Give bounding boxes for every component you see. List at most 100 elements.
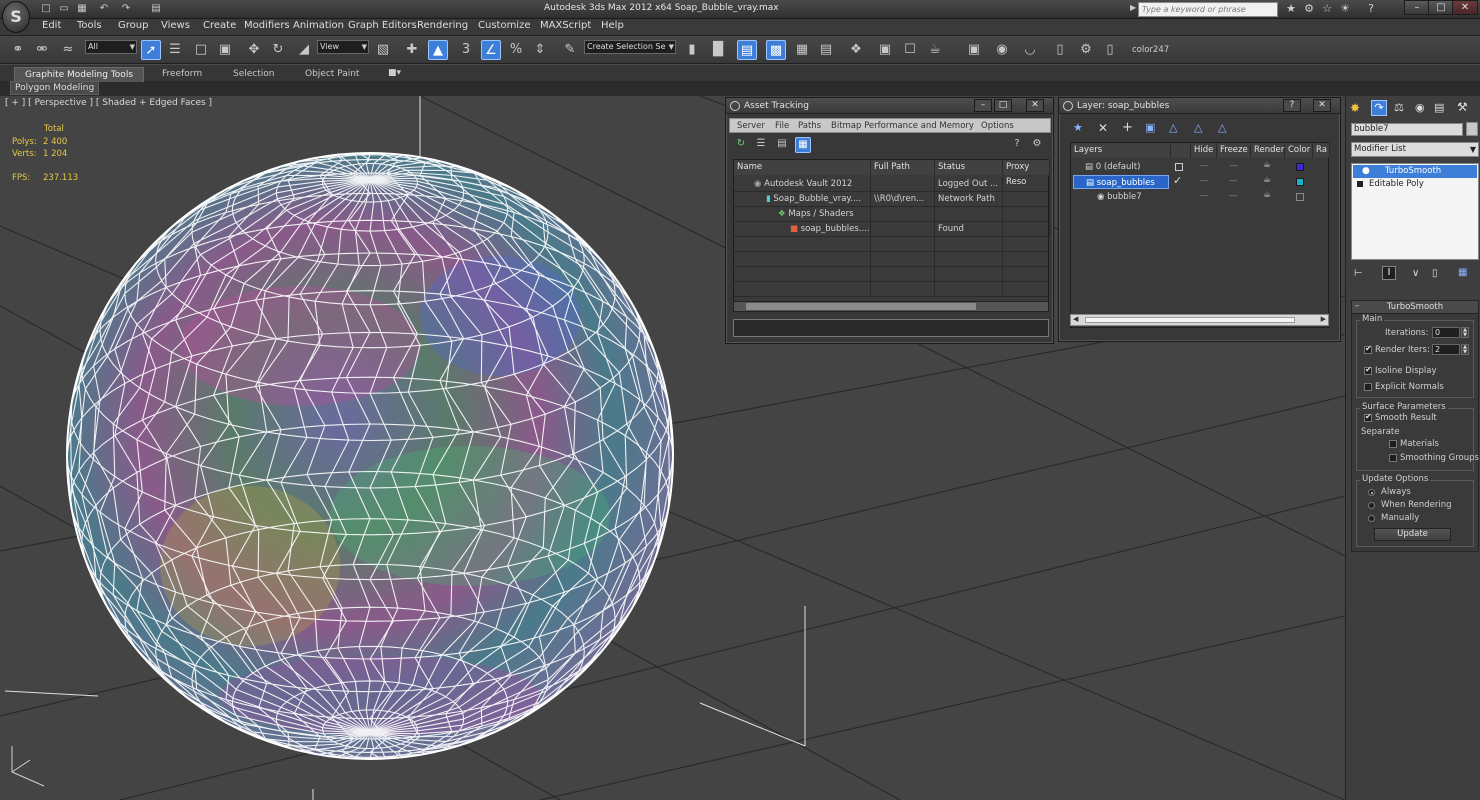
- vray-tool-5-icon[interactable]: ⚙: [1076, 40, 1096, 60]
- render-iters-spinner[interactable]: 2: [1432, 344, 1460, 355]
- asset-menu-file[interactable]: File: [775, 121, 789, 131]
- thumbnail-view-icon[interactable]: ▤: [775, 137, 789, 151]
- menu-modifiers[interactable]: Modifiers: [244, 20, 290, 31]
- ribbon-options-icon[interactable]: ■▾: [388, 68, 401, 78]
- communication-center-icon[interactable]: ☆: [1318, 1, 1336, 17]
- layer-row[interactable]: ▤ soap_bubbles ✓ — — ☕: [1071, 174, 1328, 190]
- menu-create[interactable]: Create: [203, 20, 236, 31]
- list-view-icon[interactable]: ☰: [754, 137, 768, 151]
- modify-tab-icon[interactable]: ↷: [1371, 100, 1387, 116]
- layer-col-layers[interactable]: Layers: [1071, 143, 1171, 158]
- favorites-icon[interactable]: ☀: [1336, 1, 1354, 17]
- freeze-toggle[interactable]: —: [1229, 161, 1238, 171]
- utilities-tab-icon[interactable]: ⚒: [1457, 100, 1468, 114]
- asset-menu-server[interactable]: Server: [737, 121, 765, 131]
- help-search-input[interactable]: Type a keyword or phrase: [1138, 2, 1278, 17]
- layer-horizontal-scrollbar[interactable]: ◀ ▶: [1070, 314, 1329, 326]
- vray-tool-4-icon[interactable]: ▯: [1050, 40, 1070, 60]
- search-binoculars-icon[interactable]: ★: [1282, 1, 1300, 17]
- asset-help-icon[interactable]: ?: [1010, 137, 1024, 151]
- menu-animation[interactable]: Animation: [293, 20, 344, 31]
- scrollbar-thumb[interactable]: [746, 303, 976, 310]
- menu-customize[interactable]: Customize: [478, 20, 531, 31]
- object-color-swatch[interactable]: [1296, 193, 1304, 201]
- table-row[interactable]: ■ soap_bubbles.... Found: [734, 222, 1050, 237]
- select-and-rotate-icon[interactable]: ↻: [268, 40, 288, 60]
- asset-col-status[interactable]: Status: [935, 160, 1003, 175]
- hide-toggle[interactable]: —: [1199, 191, 1208, 201]
- vray-tool-1-icon[interactable]: ▣: [964, 40, 984, 60]
- update-button[interactable]: Update: [1374, 528, 1451, 541]
- minimize-button[interactable]: –: [1404, 0, 1430, 15]
- app-logo[interactable]: S: [2, 1, 30, 33]
- menu-rendering[interactable]: Rendering: [417, 20, 468, 31]
- freeze-toggle[interactable]: —: [1229, 191, 1238, 201]
- save-icon[interactable]: ▦: [74, 2, 90, 16]
- manually-radio[interactable]: [1368, 515, 1375, 522]
- rollout-collapse-icon[interactable]: –: [1355, 301, 1360, 311]
- asset-col-name[interactable]: Name: [734, 160, 871, 175]
- materials-checkbox[interactable]: [1389, 440, 1397, 448]
- iterations-spinner-arrows[interactable]: ▲ ▼: [1461, 327, 1469, 338]
- vray-tool-3-icon[interactable]: ◡: [1020, 40, 1040, 60]
- create-tab-icon[interactable]: ✸: [1350, 101, 1360, 115]
- menu-maxscript[interactable]: MAXScript: [540, 20, 591, 31]
- spinner-snap-icon[interactable]: ⇕: [530, 40, 550, 60]
- object-color-swatch[interactable]: [1466, 122, 1478, 136]
- edit-named-selection-icon[interactable]: ✎: [560, 40, 580, 60]
- rollout-title[interactable]: TurboSmooth: [1352, 301, 1478, 314]
- display-tab-icon[interactable]: ▤: [1434, 101, 1444, 114]
- menu-group[interactable]: Group: [118, 20, 148, 31]
- align-icon[interactable]: █: [708, 40, 728, 60]
- menu-edit[interactable]: Edit: [42, 20, 61, 31]
- select-object-icon[interactable]: ➚: [141, 40, 161, 60]
- material-editor-icon[interactable]: ▣: [875, 40, 895, 60]
- render-teapot-icon[interactable]: ☕: [1263, 160, 1271, 170]
- when-rendering-radio[interactable]: [1368, 502, 1375, 509]
- remove-modifier-icon[interactable]: ▯: [1432, 268, 1438, 279]
- menu-tools[interactable]: Tools: [77, 20, 102, 31]
- reference-coord-dropdown[interactable]: View: [317, 40, 369, 54]
- current-layer-box[interactable]: [1175, 163, 1183, 171]
- render-teapot-icon[interactable]: ☕: [1263, 175, 1271, 185]
- current-layer-checkmark-icon[interactable]: ✓: [1173, 174, 1182, 187]
- tab-selection[interactable]: Selection: [223, 67, 284, 82]
- vray-tool-2-icon[interactable]: ◉: [992, 40, 1012, 60]
- configure-modifier-sets-icon[interactable]: ▦: [1458, 267, 1467, 278]
- rectangular-selection-icon[interactable]: □: [191, 40, 211, 60]
- render-teapot-icon[interactable]: ☕: [1263, 190, 1271, 200]
- table-row[interactable]: ◉ Autodesk Vault 2012 Logged Out ...: [734, 177, 1050, 192]
- unlink-icon[interactable]: ⚮: [32, 40, 52, 60]
- tab-freeform[interactable]: Freeform: [152, 67, 212, 82]
- lightbulb-icon[interactable]: ●: [1362, 165, 1370, 178]
- asset-close-button[interactable]: ✕: [1026, 99, 1044, 112]
- selection-filter-dropdown[interactable]: All: [85, 40, 137, 54]
- highlight-selected-layer-icon[interactable]: △: [1169, 121, 1177, 134]
- pivot-center-icon[interactable]: ▧: [373, 40, 393, 60]
- subscription-icon[interactable]: ⚙: [1300, 1, 1318, 17]
- tab-object-paint[interactable]: Object Paint: [295, 67, 369, 82]
- new-file-icon[interactable]: □: [38, 2, 54, 16]
- asset-settings-icon[interactable]: ⚙: [1030, 137, 1044, 151]
- asset-menu-options[interactable]: Options: [981, 121, 1014, 131]
- undo-icon[interactable]: ↶: [96, 2, 112, 16]
- help-icon[interactable]: ?: [1362, 1, 1380, 17]
- expand-icon[interactable]: [1357, 181, 1363, 187]
- maximize-button[interactable]: □: [1428, 0, 1454, 15]
- hide-toggle[interactable]: —: [1199, 161, 1208, 171]
- add-to-layer-icon[interactable]: +: [1122, 120, 1133, 135]
- table-view-icon[interactable]: ▦: [795, 137, 811, 153]
- snaps-toggle-icon[interactable]: 3: [456, 40, 476, 60]
- asset-menu-paths[interactable]: Paths: [798, 121, 821, 131]
- explicit-normals-checkbox[interactable]: [1364, 383, 1372, 391]
- toggle-layer-manager-icon[interactable]: ▩: [766, 40, 786, 60]
- render-iters-checkbox[interactable]: [1364, 344, 1372, 354]
- named-selection-sets-dropdown[interactable]: Create Selection Se: [584, 40, 676, 54]
- asset-menu-bitmap-performance[interactable]: Bitmap Performance and Memory: [831, 121, 974, 131]
- select-manipulate-icon[interactable]: ✚: [402, 40, 422, 60]
- menu-help[interactable]: Help: [601, 20, 624, 31]
- bind-to-space-warp-icon[interactable]: ≈: [58, 40, 78, 60]
- stack-item-editable-poly[interactable]: Editable Poly: [1353, 178, 1477, 191]
- layer-color-swatch[interactable]: [1296, 163, 1304, 171]
- stack-item-turbosmooth[interactable]: ● TurboSmooth: [1353, 165, 1477, 178]
